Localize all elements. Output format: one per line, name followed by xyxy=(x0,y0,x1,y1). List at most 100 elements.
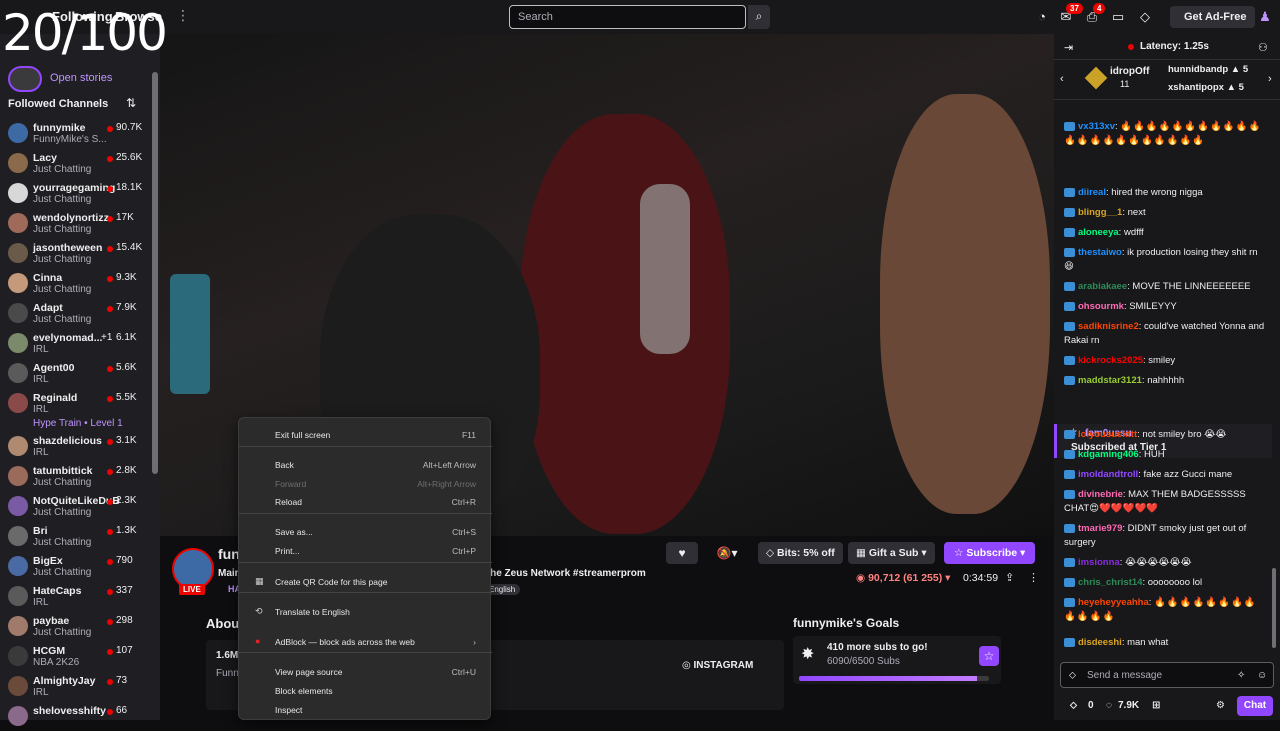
overlay-counter: 20/100 xyxy=(2,4,168,62)
share-icon[interactable]: ⇪ xyxy=(1005,571,1014,584)
sidebar-channel-item[interactable]: shazdelicious IRL 3.1K xyxy=(0,431,150,461)
gift-sub-button[interactable]: ▦ Gift a Sub ▾ xyxy=(848,542,935,564)
profile-avatar-icon[interactable]: ♟ xyxy=(1256,8,1274,26)
instagram-link[interactable]: ◎ INSTAGRAM xyxy=(682,660,753,671)
emote-picker-icon[interactable]: ☺ xyxy=(1257,670,1267,681)
more-options-icon[interactable]: ⋮ xyxy=(1028,571,1039,584)
context-menu-item[interactable]: ▦ Create QR Code for this page xyxy=(239,573,492,591)
chat-username[interactable]: maddstar3121 xyxy=(1078,375,1142,386)
chat-message: ohsourmk: SMILEYYY xyxy=(1064,300,1268,314)
context-menu-item[interactable]: Print... Ctrl+P xyxy=(239,542,492,560)
bits-icon[interactable]: ◇ xyxy=(1137,9,1153,25)
chat-sparkle-icon[interactable]: ✧ xyxy=(1237,670,1245,681)
leader-1-name[interactable]: idropOff xyxy=(1110,66,1149,77)
sidebar-channel-item[interactable]: jasontheween Just Chatting 15.4K xyxy=(0,238,150,268)
chat-username[interactable]: chris_christ14 xyxy=(1078,577,1142,588)
chat-username[interactable]: disdeeshi xyxy=(1078,637,1122,648)
open-stories-button[interactable]: Open stories xyxy=(8,66,148,92)
notification-bell-icon[interactable]: 🔕▾ xyxy=(706,542,748,564)
chat-username[interactable]: sadiknisrine2 xyxy=(1078,321,1139,332)
sidebar-scrollbar[interactable] xyxy=(152,72,158,474)
context-menu-item[interactable]: Back Alt+Left Arrow xyxy=(239,456,492,474)
channel-points-icon[interactable]: ◌ xyxy=(1106,700,1112,711)
live-dot xyxy=(107,439,113,445)
chat-username[interactable]: aloneeya xyxy=(1078,227,1119,238)
sidebar-channel-item[interactable]: Adapt Just Chatting 7.9K xyxy=(0,298,150,328)
chat-settings-icon[interactable]: ⚙ xyxy=(1216,700,1225,711)
follow-heart-icon[interactable]: ♥ xyxy=(666,542,698,564)
bits-button[interactable]: ◇ Bits: 5% off xyxy=(758,542,843,564)
sort-icon[interactable]: ⇅ xyxy=(126,96,136,110)
collapse-chat-icon[interactable]: ⇥ xyxy=(1064,41,1073,54)
chat-bits-icon[interactable]: ⬦ xyxy=(1069,670,1076,681)
crown-icon[interactable]: ◔ xyxy=(1034,9,1050,25)
chat-message: lolyousuckttt: not smiley bro 😭😭 xyxy=(1064,428,1268,442)
leader-2[interactable]: hunnidbandp ▲ 5 xyxy=(1168,64,1248,75)
sidebar-channel-item[interactable]: NotQuiteLikeDuB Just Chatting 2.3K xyxy=(0,491,150,521)
sidebar-channel-item[interactable]: wendolynortizz Just Chatting 17K xyxy=(0,208,150,238)
leader-3[interactable]: xshantipopx ▲ 5 xyxy=(1168,82,1244,93)
goal-subscribe-icon[interactable]: ☆ xyxy=(979,646,999,666)
sidebar-channel-item[interactable]: Lacy Just Chatting 25.6K xyxy=(0,148,150,178)
chat-username[interactable]: imoldandtroll xyxy=(1078,469,1138,480)
chat-username[interactable]: heyeheyyeahha xyxy=(1078,597,1149,608)
context-menu-item[interactable]: Reload Ctrl+R xyxy=(239,493,492,511)
leader-1-count: 11 xyxy=(1120,79,1130,89)
context-menu-label: Forward xyxy=(275,479,307,489)
menu-separator xyxy=(239,592,492,593)
context-menu-item[interactable]: Exit full screen F11 xyxy=(239,426,492,444)
bits-balance-icon[interactable]: ⬦ xyxy=(1070,700,1077,711)
chat-username[interactable]: tmarie979 xyxy=(1078,523,1122,534)
chat-username[interactable]: vx313xv xyxy=(1078,121,1115,132)
chat-username[interactable]: thestaiwo xyxy=(1078,247,1122,258)
chat-badge-icon xyxy=(1064,449,1075,459)
sidebar-channel-item[interactable]: paybae Just Chatting 298 xyxy=(0,611,150,641)
context-menu-item[interactable]: Block elements xyxy=(239,682,492,700)
sidebar-channel-item[interactable]: yourragegaming Just Chatting 18.1K xyxy=(0,178,150,208)
context-menu-item[interactable]: ⟲ Translate to English xyxy=(239,603,492,621)
sidebar-channel-item[interactable]: Agent00 IRL 5.6K xyxy=(0,358,150,388)
leaderboard-prev-icon[interactable]: ‹ xyxy=(1060,73,1064,85)
whispers-icon[interactable]: ▭ xyxy=(1110,9,1126,25)
context-menu-item[interactable]: Inspect xyxy=(239,701,492,719)
sidebar-channel-item[interactable]: Cinna Just Chatting 9.3K xyxy=(0,268,150,298)
chat-username[interactable]: blingg__1 xyxy=(1078,207,1122,218)
search-icon[interactable]: ⌕ xyxy=(748,5,770,29)
chat-username[interactable]: ohsourmk xyxy=(1078,301,1124,312)
chat-message: thestaiwo: ik production losing they shi… xyxy=(1064,247,1258,272)
sidebar-channel-item[interactable]: tatumbittick Just Chatting 2.8K xyxy=(0,461,150,491)
sidebar-channel-item[interactable]: evelynomad... IRL +1 6.1K xyxy=(0,328,150,358)
sidebar-channel-item[interactable]: Reginald IRL 5.5K xyxy=(0,388,150,418)
chat-username[interactable]: diireal xyxy=(1078,187,1106,198)
chat-send-button[interactable]: Chat xyxy=(1237,696,1273,716)
chat-message: tmarie979: DIDNT smoky just get out of s… xyxy=(1064,523,1247,548)
sidebar-channel-viewers: 5.5K xyxy=(116,392,137,403)
chat-message-input[interactable]: ⬦ Send a message ✧ ☺ xyxy=(1060,662,1274,688)
subscribe-button[interactable]: ☆ Subscribe ▾ xyxy=(944,542,1036,564)
more-menu-icon[interactable]: ⋮ xyxy=(176,7,190,24)
sidebar-channel-category: Just Chatting xyxy=(33,627,92,638)
context-menu-item[interactable]: ● AdBlock — block ads across the web › xyxy=(239,633,492,651)
sidebar-channel-item[interactable]: funnymike FunnyMike's S... 90.7K xyxy=(0,118,150,148)
chat-username[interactable]: arabiakaee xyxy=(1078,281,1127,292)
chat-username[interactable]: kickrocks2025 xyxy=(1078,355,1143,366)
sidebar-channel-item[interactable]: shelovesshifty 66 xyxy=(0,701,150,731)
community-icon[interactable]: ⚇ xyxy=(1258,41,1268,54)
chat-username[interactable]: kdgaming406 xyxy=(1078,449,1139,460)
sidebar-channel-item[interactable]: AlmightyJay IRL 73 xyxy=(0,671,150,701)
sidebar-channel-item[interactable]: Bri Just Chatting 1.3K xyxy=(0,521,150,551)
search-input[interactable]: Search xyxy=(509,5,746,29)
chat-username[interactable]: imsionna xyxy=(1078,557,1120,568)
chat-username[interactable]: divinebrie xyxy=(1078,489,1123,500)
chat-username[interactable]: lolyousuckttt xyxy=(1078,429,1137,440)
sidebar-channel-item[interactable]: HCGM NBA 2K26 107 xyxy=(0,641,150,671)
chat-scrollbar[interactable] xyxy=(1272,568,1276,648)
sidebar-channel-item[interactable]: HateCaps IRL 337 xyxy=(0,581,150,611)
sidebar-channel-viewers: 337 xyxy=(116,585,133,596)
get-adfree-button[interactable]: Get Ad-Free xyxy=(1170,6,1255,28)
context-menu-item[interactable]: Save as... Ctrl+S xyxy=(239,523,492,541)
leaderboard-next-icon[interactable]: › xyxy=(1268,73,1272,85)
context-menu-item[interactable]: View page source Ctrl+U xyxy=(239,663,492,681)
sidebar-channel-item[interactable]: BigEx Just Chatting 790 xyxy=(0,551,150,581)
channel-points-chest-icon[interactable]: ⊞ xyxy=(1152,700,1160,711)
